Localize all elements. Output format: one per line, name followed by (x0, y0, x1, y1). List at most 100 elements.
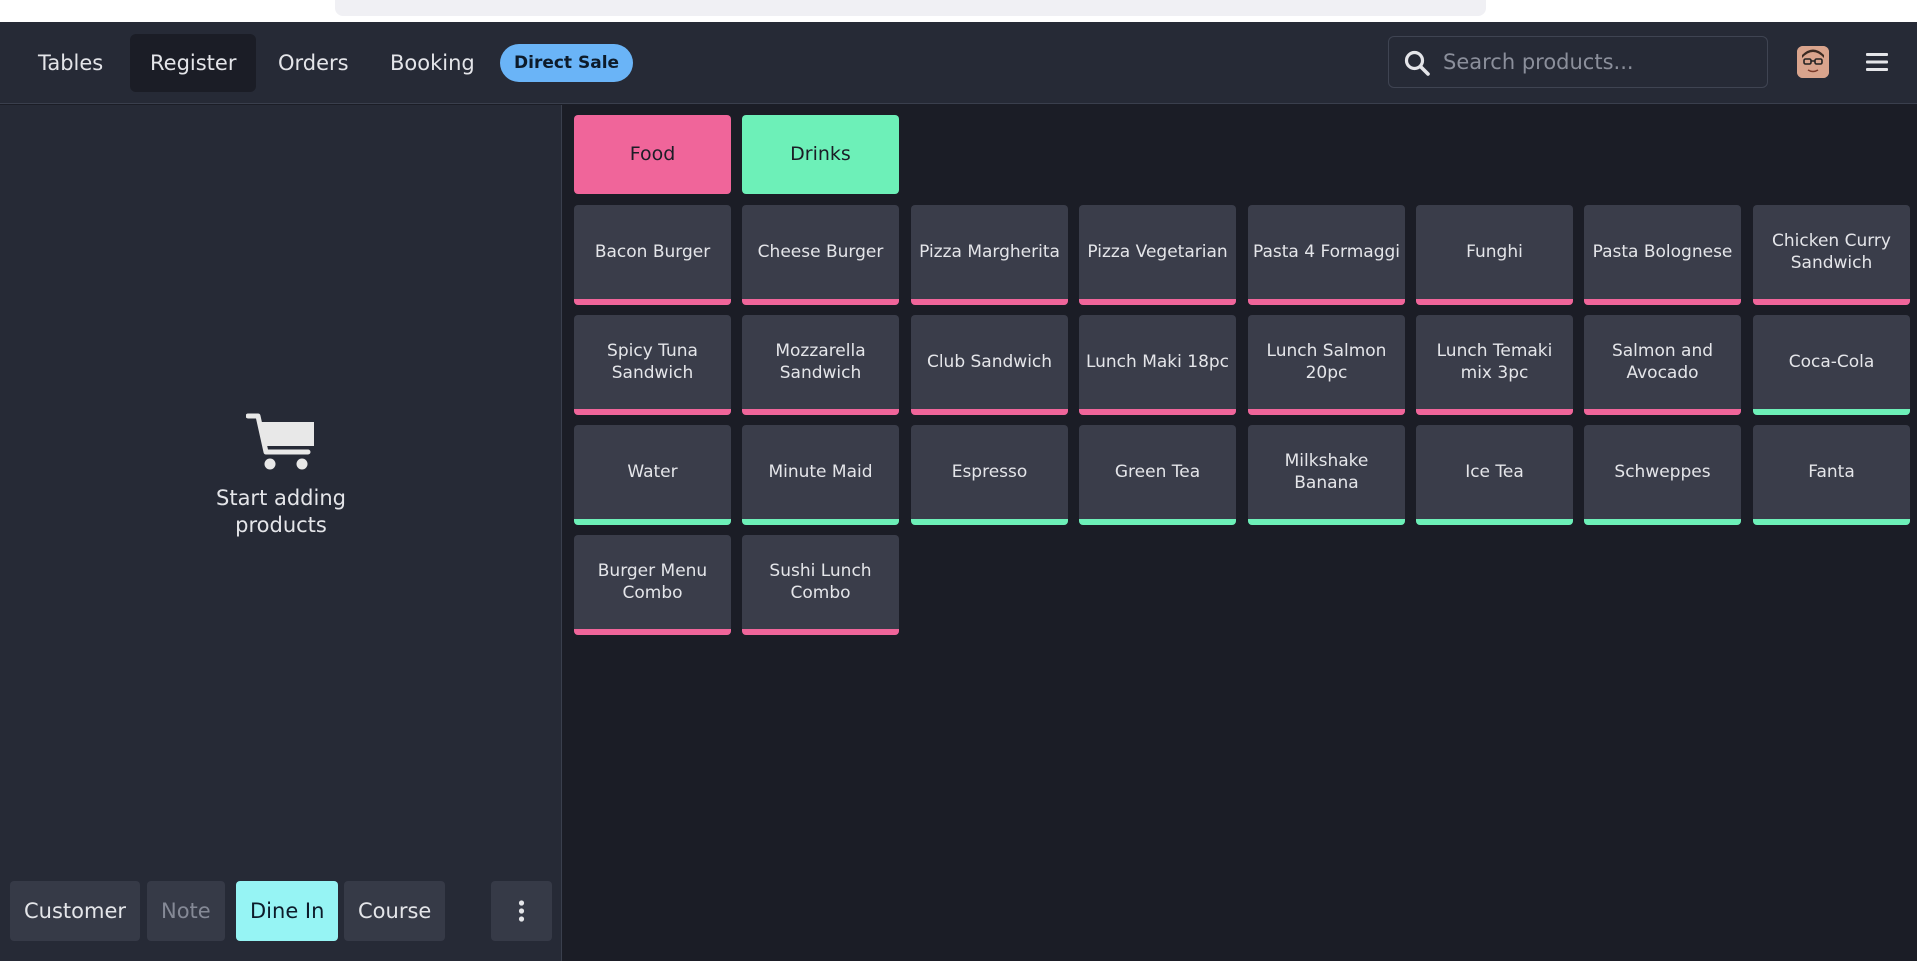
product-name: Schweppes (1614, 462, 1711, 482)
dine-in-button[interactable]: Dine In (236, 881, 339, 941)
product-name: Lunch Temaki mix 3pc (1436, 341, 1553, 383)
top-navbar: Tables Register Orders Booking Direct Sa… (0, 22, 1917, 104)
product-card[interactable]: Ice Tea (1416, 425, 1573, 525)
product-card[interactable]: Mozzarella Sandwich (742, 315, 899, 415)
product-name: Mozzarella Sandwich (775, 341, 866, 383)
product-name: Club Sandwich (926, 352, 1053, 372)
category-color-bar (911, 299, 1068, 305)
category-color-bar (1079, 519, 1236, 525)
product-name: Espresso (951, 462, 1028, 482)
product-name: Salmon and Avocado (1611, 341, 1714, 383)
browser-address-bar[interactable] (335, 0, 1486, 16)
nav-tab-orders[interactable]: Orders (258, 34, 369, 92)
user-avatar[interactable] (1797, 46, 1829, 78)
category-color-bar (1753, 409, 1910, 415)
product-card[interactable]: Lunch Salmon 20pc (1248, 315, 1405, 415)
product-name: Chicken Curry Sandwich (1772, 231, 1891, 273)
product-name: Lunch Salmon 20pc (1266, 341, 1387, 383)
product-name: Lunch Maki 18pc (1085, 352, 1230, 372)
product-name: Bacon Burger (594, 242, 711, 262)
product-name: Fanta (1808, 462, 1855, 482)
product-name: Coca-Cola (1788, 352, 1875, 372)
category-color-bar (574, 409, 731, 415)
product-card[interactable]: Schweppes (1584, 425, 1741, 525)
category-color-bar (742, 409, 899, 415)
product-card[interactable]: Pasta Bolognese (1584, 205, 1741, 305)
product-card[interactable]: Bacon Burger (574, 205, 731, 305)
category-color-bar (742, 299, 899, 305)
category-food[interactable]: Food (574, 115, 731, 194)
category-color-bar (574, 519, 731, 525)
search-icon (1404, 50, 1430, 76)
product-name: Sushi Lunch Combo (769, 561, 872, 603)
category-color-bar (1079, 299, 1236, 305)
category-color-bar (1416, 519, 1573, 525)
category-color-bar (574, 299, 731, 305)
category-color-bar (1753, 519, 1910, 525)
direct-sale-badge[interactable]: Direct Sale (500, 44, 634, 82)
product-card[interactable]: Milkshake Banana (1248, 425, 1405, 525)
category-color-bar (1248, 409, 1405, 415)
product-name: Pasta Bolognese (1592, 242, 1733, 262)
product-card[interactable]: Chicken Curry Sandwich (1753, 205, 1910, 305)
product-card[interactable]: Espresso (911, 425, 1068, 525)
nav-tab-register[interactable]: Register (130, 34, 257, 92)
product-search-box[interactable] (1388, 36, 1768, 88)
empty-cart-message: Start adding products (216, 486, 346, 537)
product-name: Milkshake Banana (1284, 451, 1369, 493)
product-card[interactable]: Lunch Maki 18pc (1079, 315, 1236, 415)
category-color-bar (1753, 299, 1910, 305)
product-card[interactable]: Club Sandwich (911, 315, 1068, 415)
product-card[interactable]: Sushi Lunch Combo (742, 535, 899, 635)
product-card[interactable]: Coca-Cola (1753, 315, 1910, 415)
product-card[interactable]: Green Tea (1079, 425, 1236, 525)
product-name: Water (627, 462, 678, 482)
product-card[interactable]: Fanta (1753, 425, 1910, 525)
category-color-bar (1248, 519, 1405, 525)
product-name: Ice Tea (1465, 462, 1524, 482)
product-card[interactable]: Burger Menu Combo (574, 535, 731, 635)
product-card[interactable]: Pizza Vegetarian (1079, 205, 1236, 305)
more-actions-button[interactable] (491, 881, 552, 941)
product-card[interactable]: Pizza Margherita (911, 205, 1068, 305)
cart-icon (246, 413, 314, 470)
category-color-bar (1416, 299, 1573, 305)
category-drinks[interactable]: Drinks (742, 115, 899, 194)
product-card[interactable]: Funghi (1416, 205, 1573, 305)
product-name: Spicy Tuna Sandwich (607, 341, 698, 383)
product-card[interactable]: Minute Maid (742, 425, 899, 525)
category-color-bar (742, 519, 899, 525)
category-color-bar (911, 519, 1068, 525)
order-panel: Start adding products Customer Note Dine… (0, 105, 562, 961)
product-card[interactable]: Water (574, 425, 731, 525)
product-name: Funghi (1466, 242, 1523, 262)
category-color-bar (1584, 519, 1741, 525)
category-color-bar (574, 629, 731, 635)
product-name: Green Tea (1114, 462, 1201, 482)
nav-tab-booking[interactable]: Booking (370, 34, 495, 92)
category-color-bar (1079, 409, 1236, 415)
category-color-bar (1248, 299, 1405, 305)
hamburger-menu-icon[interactable] (1864, 49, 1890, 75)
nav-tab-tables[interactable]: Tables (18, 34, 123, 92)
product-card[interactable]: Spicy Tuna Sandwich (574, 315, 731, 415)
product-card[interactable]: Lunch Temaki mix 3pc (1416, 315, 1573, 415)
category-color-bar (1584, 299, 1741, 305)
customer-button[interactable]: Customer (10, 881, 141, 941)
vertical-dots-icon (518, 900, 525, 922)
category-color-bar (1584, 409, 1741, 415)
product-name: Pasta 4 Formaggi (1252, 242, 1400, 262)
product-name: Pizza Vegetarian (1087, 242, 1228, 262)
product-card[interactable]: Cheese Burger (742, 205, 899, 305)
browser-toolbar (0, 0, 1917, 22)
product-name: Burger Menu Combo (597, 561, 708, 603)
product-name: Pizza Margherita (919, 242, 1060, 262)
product-name: Minute Maid (768, 462, 873, 482)
category-color-bar (742, 629, 899, 635)
search-input[interactable] (1443, 37, 1753, 87)
note-button[interactable]: Note (147, 881, 225, 941)
product-card[interactable]: Salmon and Avocado (1584, 315, 1741, 415)
product-card[interactable]: Pasta 4 Formaggi (1248, 205, 1405, 305)
course-button[interactable]: Course (344, 881, 446, 941)
product-name: Cheese Burger (757, 242, 884, 262)
